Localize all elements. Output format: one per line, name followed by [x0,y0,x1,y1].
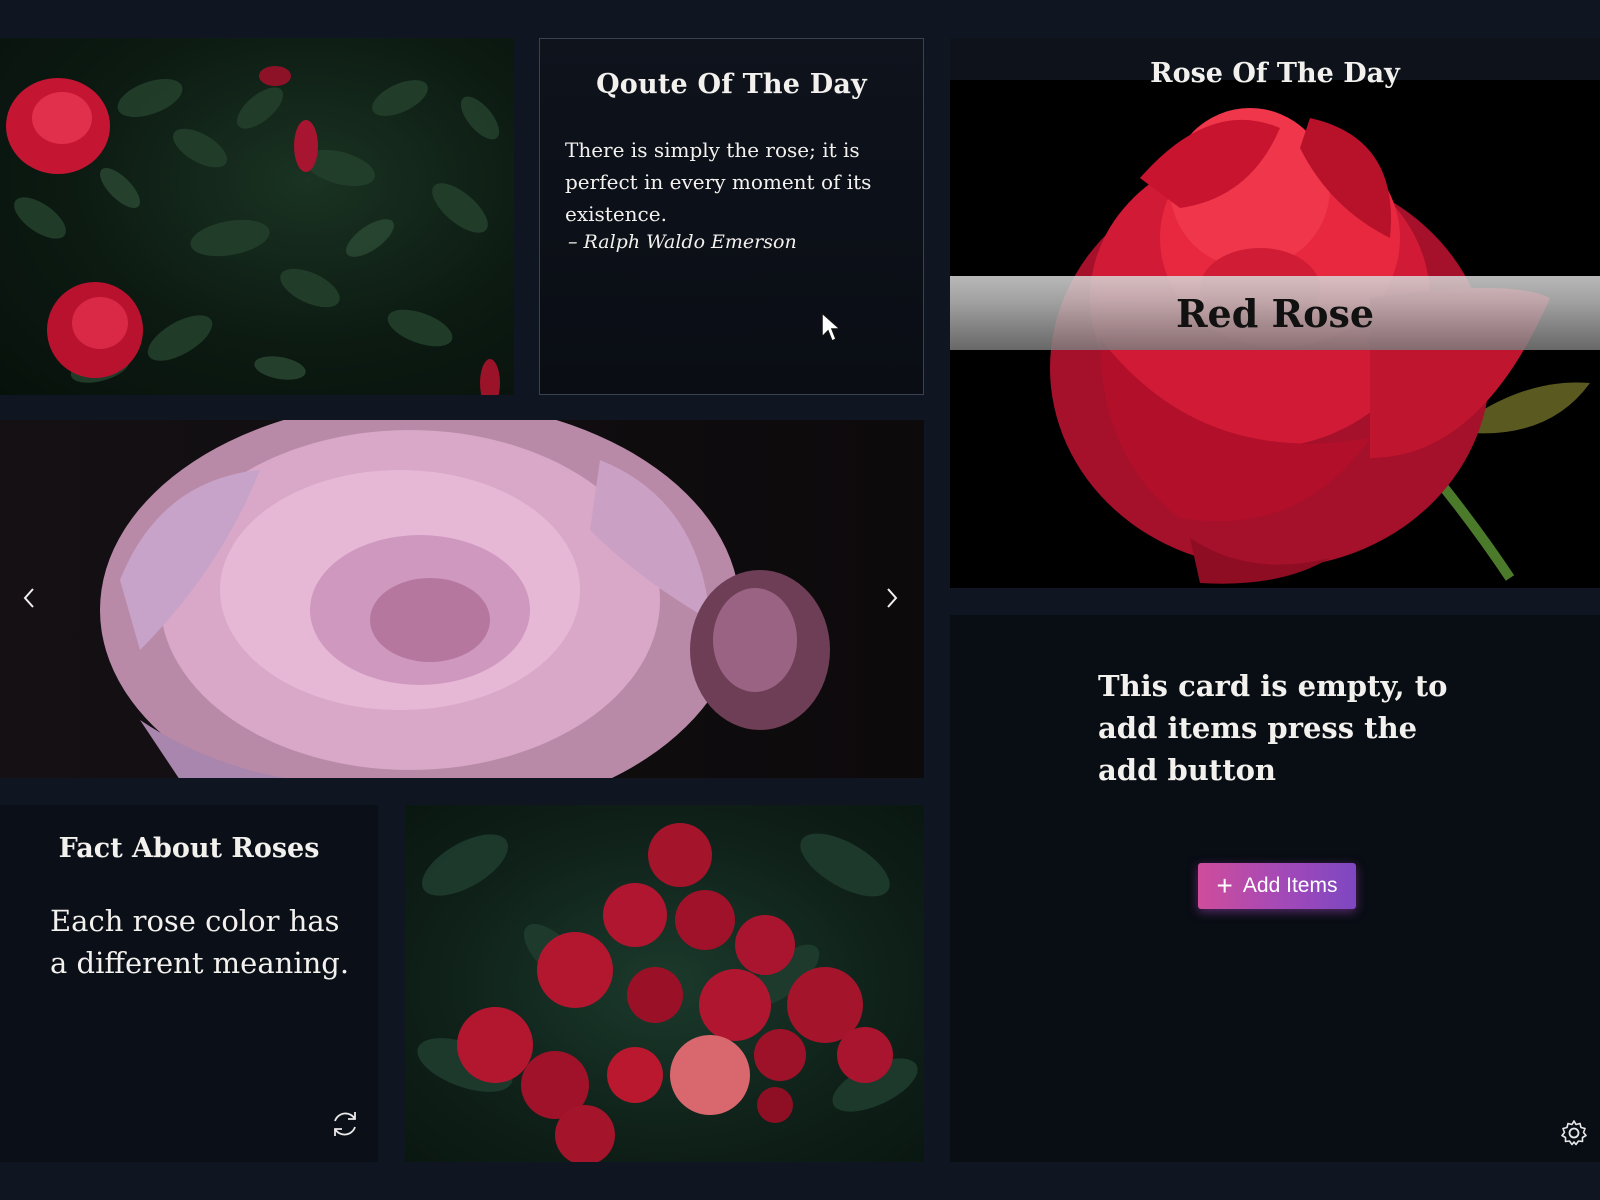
empty-card-message: This card is empty, to add items press t… [1098,669,1448,787]
rose-bush-image [6,66,500,395]
chevron-right-icon[interactable] [873,580,909,616]
fact-card: Fact About Roses Each rose color has a d… [0,805,378,1162]
quote-card-title: Qoute Of The Day [596,69,867,100]
gear-icon[interactable] [1558,1117,1590,1149]
quote-card: Qoute Of The Day There is simply the ros… [539,38,924,395]
rose-bush-photo [0,38,514,395]
rose-name: Red Rose [1175,291,1375,336]
quote-author: – Ralph Waldo Emerson [568,231,797,253]
rose-of-the-day-card: Rose Of The Day Red Rose [950,38,1600,588]
add-items-button[interactable]: + Add Items [1198,863,1356,909]
add-items-label: Add Items [1242,874,1338,897]
pink-rose-image [100,420,830,778]
mouse-cursor-icon [821,311,842,343]
fact-text: Each rose color has a different meaning. [50,904,350,980]
plus-icon: + [1216,870,1233,901]
refresh-icon[interactable] [328,1107,362,1141]
empty-card: This card is empty, to add items press t… [950,615,1600,1162]
rose-of-the-day-title: Rose Of The Day [1150,58,1400,89]
chevron-left-icon[interactable] [12,580,48,616]
quote-text: There is simply the rose; it is perfect … [565,138,872,226]
rose-carousel [0,420,924,778]
fact-card-title: Fact About Roses [58,833,320,864]
red-roses-image [417,823,918,1162]
red-roses-photo [405,805,924,1162]
